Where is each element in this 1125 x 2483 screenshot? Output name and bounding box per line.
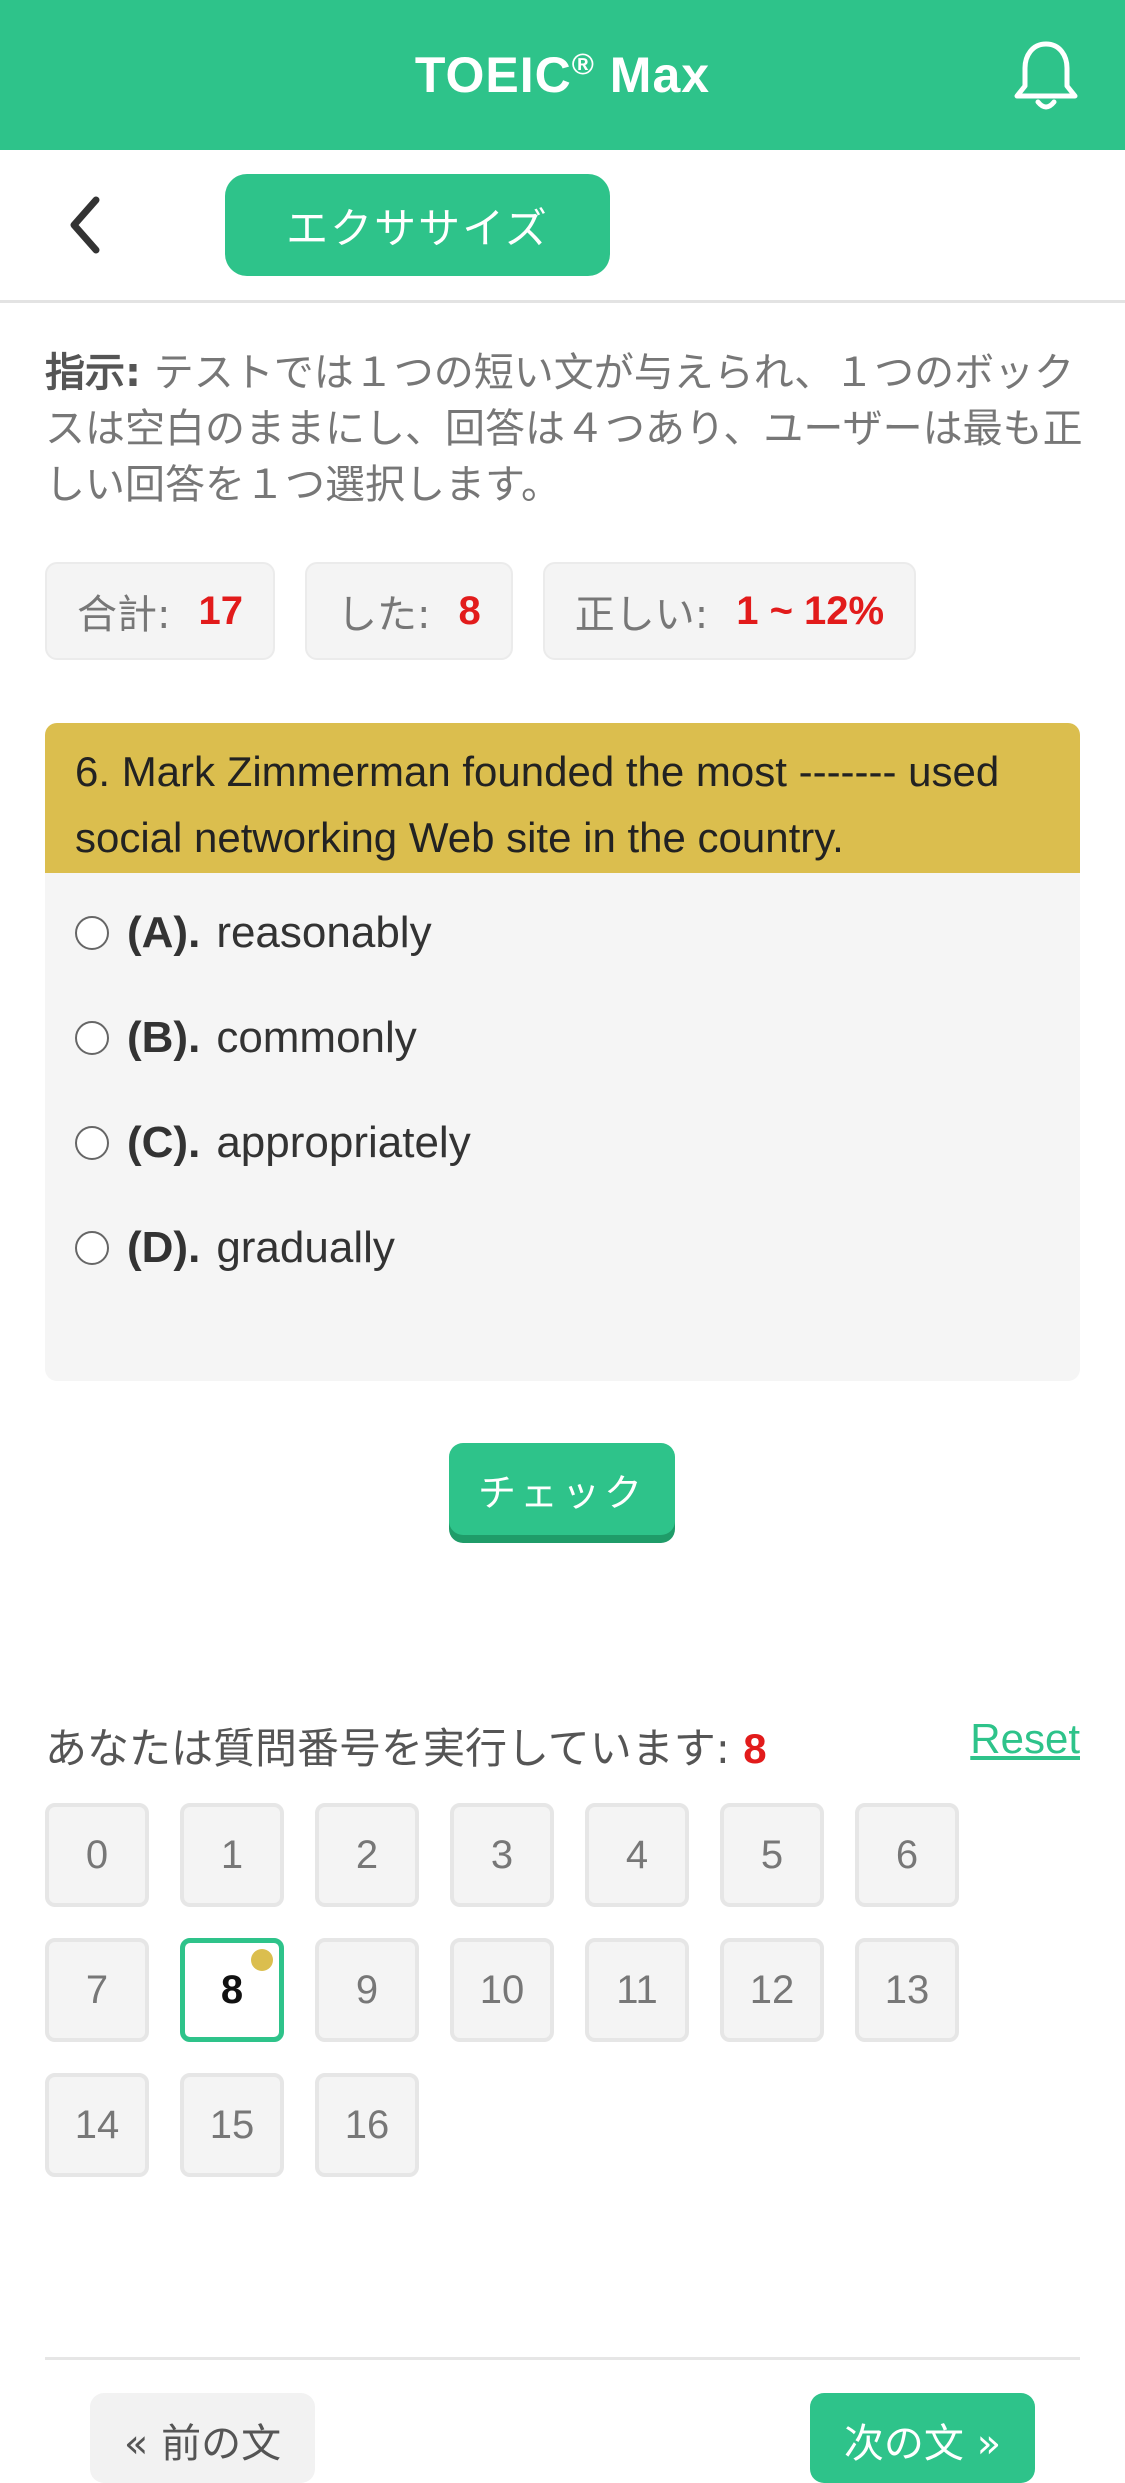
current-dot-icon xyxy=(251,1949,273,1971)
current-question-number: 8 xyxy=(743,1725,767,1772)
question-number-button[interactable]: 2 xyxy=(315,1803,419,1907)
question-number-button[interactable]: 10 xyxy=(450,1938,554,2042)
chevron-left-icon[interactable] xyxy=(62,190,112,260)
option-c[interactable]: (C). appropriately xyxy=(75,1118,471,1168)
question-number-button[interactable]: 4 xyxy=(585,1803,689,1907)
radio-icon[interactable] xyxy=(75,916,109,950)
next-sentence-button[interactable]: 次の文 » xyxy=(810,2393,1035,2483)
question-number-button[interactable]: 11 xyxy=(585,1938,689,2042)
question-number-button[interactable]: 9 xyxy=(315,1938,419,2042)
nav-row: エクササイズ xyxy=(0,150,1125,303)
bell-icon[interactable] xyxy=(1011,38,1081,114)
stat-correct: 正しい: 1 ~ 12% xyxy=(542,562,917,660)
option-a[interactable]: (A). reasonably xyxy=(75,908,432,958)
question-number-button[interactable]: 1 xyxy=(180,1803,284,1907)
prev-sentence-button[interactable]: « 前の文 xyxy=(90,2393,315,2483)
question-number-button-current[interactable]: 8 xyxy=(180,1938,284,2042)
radio-icon[interactable] xyxy=(75,1021,109,1055)
radio-icon[interactable] xyxy=(75,1231,109,1265)
divider xyxy=(45,2357,1080,2360)
question-number-button[interactable]: 5 xyxy=(720,1803,824,1907)
radio-icon[interactable] xyxy=(75,1126,109,1160)
reset-link[interactable]: Reset xyxy=(970,1715,1080,1763)
question-number-button[interactable]: 7 xyxy=(45,1938,149,2042)
stat-done: した: 8 xyxy=(304,562,513,660)
question-number-button[interactable]: 16 xyxy=(315,2073,419,2177)
app-header: TOEIC® Max xyxy=(0,0,1125,150)
stat-total: 合計: 17 xyxy=(45,562,275,660)
question-number-button[interactable]: 14 xyxy=(45,2073,149,2177)
question-number-button[interactable]: 13 xyxy=(855,1938,959,2042)
instruction-label: 指示: xyxy=(45,350,141,396)
app-title: TOEIC® Max xyxy=(414,47,711,103)
exercise-tab[interactable]: エクササイズ xyxy=(225,174,610,276)
question-number-button[interactable]: 6 xyxy=(855,1803,959,1907)
question-card: 6. Mark Zimmerman founded the most -----… xyxy=(45,723,1080,1381)
question-number-button[interactable]: 12 xyxy=(720,1938,824,2042)
question-number-button[interactable]: 15 xyxy=(180,2073,284,2177)
instruction-text: 指示: テストでは１つの短い文が与えられ、１つのボックスは空白のままにし、回答は… xyxy=(45,350,1083,508)
option-d[interactable]: (D). gradually xyxy=(75,1223,395,1273)
question-number-button[interactable]: 0 xyxy=(45,1803,149,1907)
current-question-info: あなたは質問番号を実行しています: 8 xyxy=(45,1724,767,1773)
check-button[interactable]: チェック xyxy=(449,1443,675,1535)
option-b[interactable]: (B). commonly xyxy=(75,1013,417,1063)
stats-row: 合計: 17 した: 8 正しい: 1 ~ 12% xyxy=(45,562,917,660)
question-number-button[interactable]: 3 xyxy=(450,1803,554,1907)
question-text: 6. Mark Zimmerman founded the most -----… xyxy=(45,723,1080,873)
